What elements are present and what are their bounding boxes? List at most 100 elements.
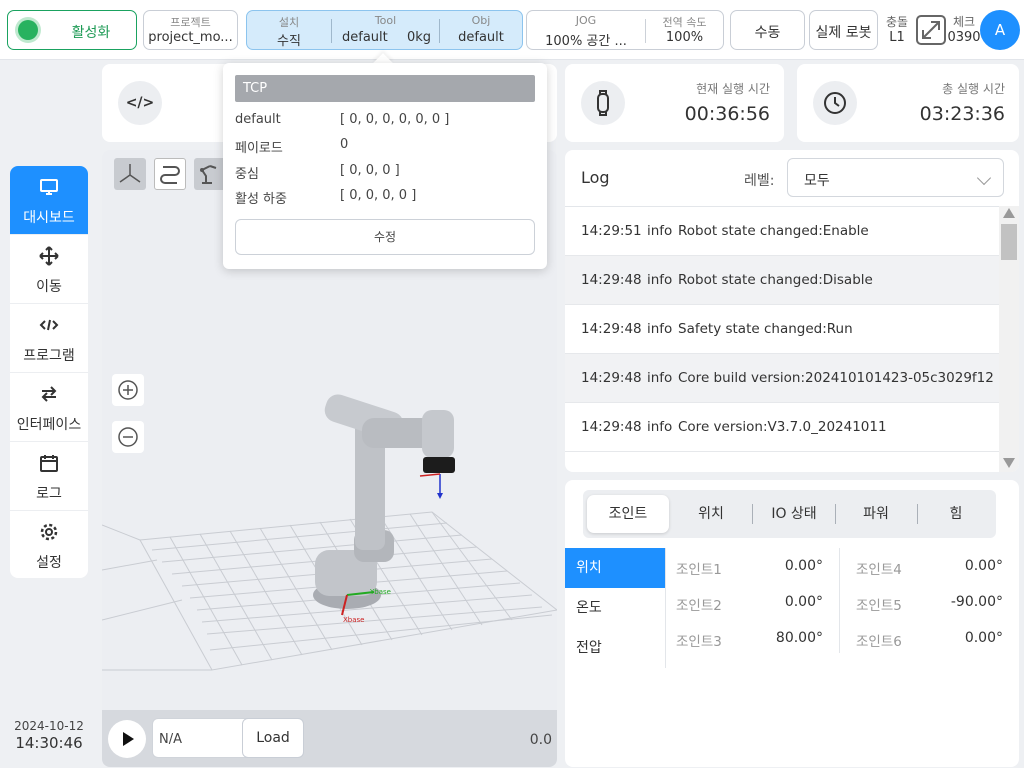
jog-label: JOG [575,14,597,27]
x-base-label: Xbase [343,616,364,624]
log-row: 14:29:51 info Robot state changed:Enable [565,207,999,256]
robot-wrist [422,410,454,458]
tab-force[interactable]: 힘 [918,495,994,533]
current-runtime-label: 현재 실행 시간 [696,82,770,96]
tcp-row-value: 0 [340,137,349,152]
tab-joint[interactable]: 조인트 [587,495,669,533]
joint-value: -90.00° [950,594,1003,610]
manual-label: 수동 [754,25,781,41]
log-row: 14:29:48 info Core build version:202410101… [565,354,999,403]
install-label: 설치 [278,16,300,29]
collision-label: 충돌 [885,15,909,29]
joint-value: 0.00° [784,558,823,574]
gear-icon [40,523,58,541]
install-value: 수직 [277,34,301,49]
tab-position[interactable]: 위치 [671,495,751,533]
fullscreen-icon[interactable] [916,15,946,45]
current-runtime-card: 현재 실행 시간 00:36:56 [565,64,784,142]
scroll-thumb[interactable] [1001,224,1017,260]
log-level: info [647,223,673,239]
joint-value: 0.00° [964,630,1003,646]
play-button[interactable] [108,720,146,758]
log-message: Core build version:202410101423-05c3029f… [678,370,994,386]
robot-tool-flange [423,457,455,473]
project-selector[interactable]: 프로젝트 project_mo... [143,10,238,50]
tcp-row-key: 중심 [235,167,259,182]
log-scrollbar[interactable] [999,206,1019,472]
collision-value[interactable]: L1 [882,30,912,45]
jog-value: 100% 공간 ... [545,34,627,49]
side-tab-voltage[interactable]: 전압 [565,628,665,668]
joint-name: 조인트1 [676,562,722,578]
check-value: 0390 [947,30,981,45]
sidebar-item-program[interactable]: 프로그램 [10,304,88,373]
tcp-row-value: [ 0, 0, 0 ] [340,163,400,178]
sidebar-item-label: 설정 [36,555,62,571]
manual-mode-button[interactable]: 수동 [730,10,805,50]
tcp-row-key: 활성 하중 [235,192,287,207]
avatar[interactable]: A [980,10,1020,50]
joint-value: 0.00° [784,594,823,610]
load-button[interactable]: Load [242,718,304,758]
joint-value: 80.00° [775,630,823,646]
log-panel: Log 레벨: 모두 14:29:51 info Robot state chang… [565,150,1019,472]
tcp-edit-button[interactable]: 수정 [235,219,535,255]
install-tool-selector[interactable]: 설치 수직 Tool default 0kg Obj default [246,10,523,50]
total-runtime-value: 03:23:36 [919,103,1005,125]
current-runtime-value: 00:36:56 [684,103,770,125]
sidebar-item-log[interactable]: 로그 [10,442,88,511]
project-value: project_mo... [148,30,233,45]
obj-label: Obj [471,14,491,27]
joint-name: 조인트3 [676,634,722,650]
program-name-value: N/A [159,732,182,747]
log-row: 14:29:48 info Robot state changed:Disable [565,256,999,305]
log-message: Robot state changed:Enable [678,223,869,239]
sidebar-item-label: 대시보드 [23,210,75,226]
sidebar-item-label: 프로그램 [23,348,75,364]
stopwatch-icon [581,81,625,125]
code-icon[interactable]: </> [118,81,162,125]
activate-label: 활성화 [71,25,111,41]
joint-name: 조인트4 [856,562,902,578]
code-icon [39,319,59,331]
log-message: Safety state changed:Run [678,321,853,337]
scroll-up-icon[interactable] [1003,208,1015,218]
joint-name: 조인트5 [856,598,902,614]
total-runtime-card: 총 실행 시간 03:23:36 [797,64,1019,142]
total-runtime-label: 총 실행 시간 [942,82,1005,96]
log-time: 14:29:48 [581,321,642,337]
tab-power[interactable]: 파워 [836,495,916,533]
top-bar: 활성화 프로젝트 project_mo... 설치 수직 Tool defaul… [0,0,1024,60]
sidebar-item-dashboard[interactable]: 대시보드 [10,166,88,235]
tool-value: default [342,30,388,45]
log-level-select[interactable]: 모두 [787,158,1004,197]
global-speed-label: 전역 속도 [662,16,707,29]
side-tab-temperature[interactable]: 온도 [565,588,665,628]
log-time: 14:29:48 [581,370,642,386]
joint-name: 조인트2 [676,598,722,614]
log-level: info [647,419,673,435]
real-robot-button[interactable]: 실제 로봇 [809,10,878,50]
log-list[interactable]: 14:29:51 info Robot state changed:Enable 1… [565,206,999,472]
divider [839,548,840,653]
joint-name: 조인트6 [856,634,902,650]
side-tab-position[interactable]: 위치 [565,548,665,588]
activate-button[interactable]: 활성화 [7,10,137,50]
tool-weight: 0kg [406,30,431,45]
divider [665,548,666,668]
log-level: info [647,272,673,288]
scroll-down-icon[interactable] [1003,458,1015,468]
tcp-popup: TCP default [ 0, 0, 0, 0, 0, 0 ] 페이로드 0 … [223,63,547,269]
sidebar-item-interface[interactable]: 인터페이스 [10,373,88,442]
sidebar-item-move[interactable]: 이동 [10,235,88,304]
swap-icon [41,386,57,402]
check-label: 체크 [952,15,976,29]
log-level: info [647,370,673,386]
log-level-value: 모두 [804,173,830,189]
tab-io-status[interactable]: IO 상태 [753,495,835,533]
tcp-row-value: [ 0, 0, 0, 0 ] [340,188,417,203]
clock-date: 2024-10-12 [14,719,84,733]
jog-speed-selector[interactable]: JOG 100% 공간 ... 전역 속도 100% [526,10,724,50]
play-icon [123,732,134,746]
sidebar-item-settings[interactable]: 설정 [10,511,88,578]
